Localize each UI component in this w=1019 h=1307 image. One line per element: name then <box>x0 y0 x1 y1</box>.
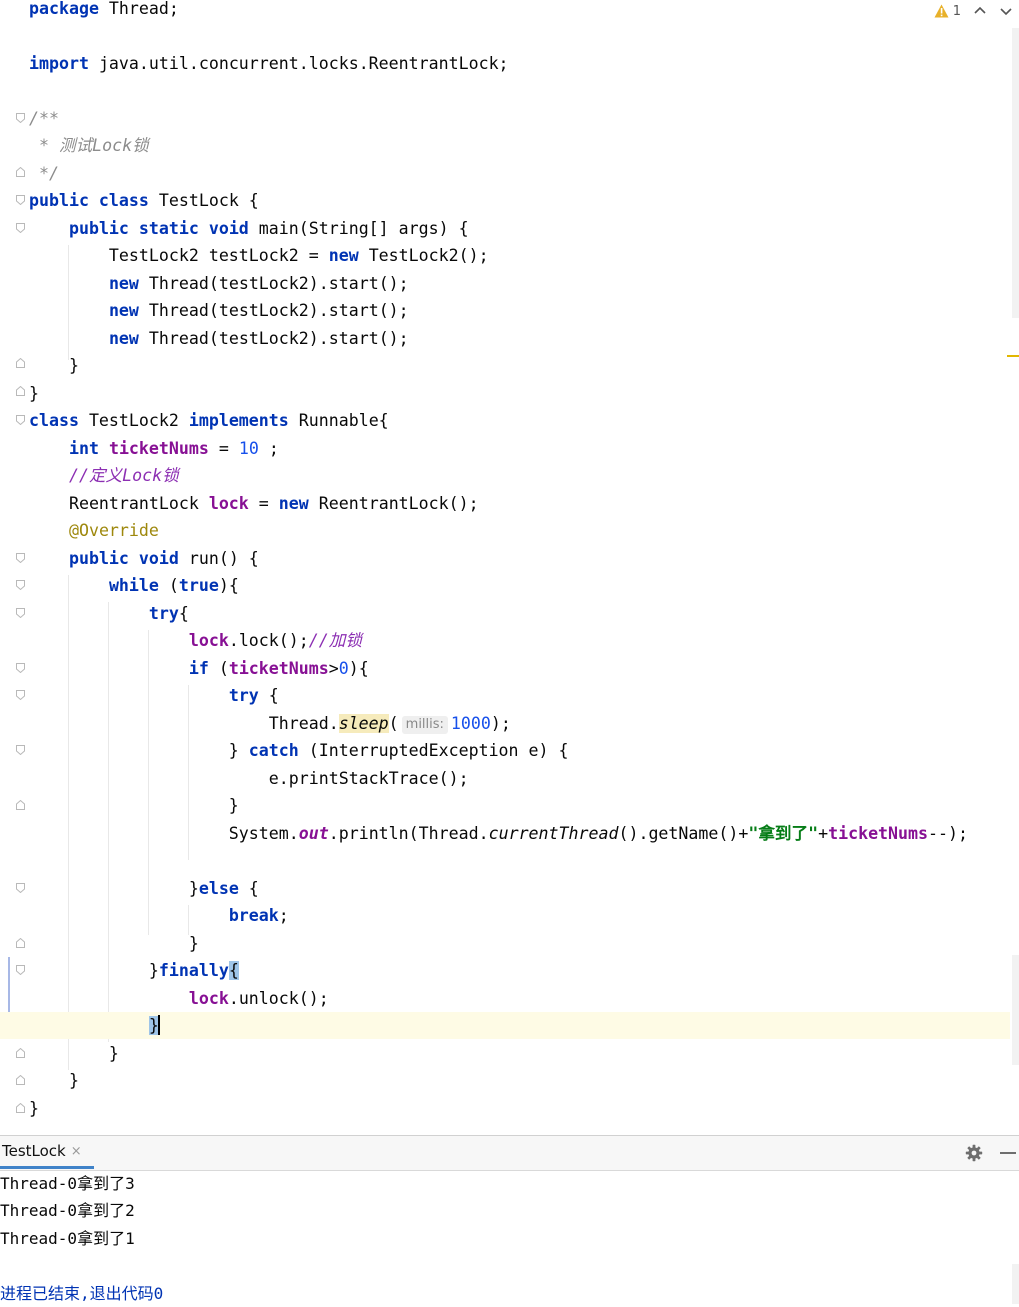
console-output-line: Thread-0拿到了2 <box>0 1201 135 1220</box>
code-line[interactable]: new Thread(testLock2).start(); <box>0 297 1010 324</box>
code-line[interactable]: } <box>0 352 1010 379</box>
code-line[interactable]: lock.unlock(); <box>0 985 1010 1012</box>
text-caret <box>157 1015 160 1035</box>
vertical-scrollbar[interactable] <box>1012 28 1019 318</box>
code-line[interactable]: }finally{ <box>0 957 1010 984</box>
minimize-icon[interactable] <box>1000 1152 1016 1154</box>
code-line[interactable]: } catch (InterruptedException e) { <box>0 737 1010 764</box>
code-editor[interactable]: 1 package Thread; import java.util.concu… <box>0 0 1019 1135</box>
current-code-line[interactable]: } <box>0 1012 1010 1039</box>
code-line[interactable]: try{ <box>0 600 1010 627</box>
code-line[interactable]: System.out.println(Thread.currentThread(… <box>0 820 1010 847</box>
code-line[interactable]: } <box>0 1067 1010 1094</box>
code-line[interactable]: } <box>0 380 1010 407</box>
code-line[interactable]: } <box>0 1095 1010 1122</box>
code-line[interactable]: int ticketNums = 10 ; <box>0 435 1010 462</box>
console-exit-message: 进程已结束,退出代码0 <box>0 1284 164 1303</box>
console-output-line: Thread-0拿到了1 <box>0 1229 135 1248</box>
code-line[interactable]: public class TestLock { <box>0 187 1010 214</box>
code-line[interactable]: public void run() { <box>0 545 1010 572</box>
run-tool-window[interactable]: TestLock × Thread-0拿到了3 Thread-0拿到了2 Thr… <box>0 1135 1019 1306</box>
code-line[interactable]: Thread.sleep(millis: 1000); <box>0 710 1010 737</box>
code-line[interactable]: new Thread(testLock2).start(); <box>0 325 1010 352</box>
run-tab-label: TestLock <box>2 1142 66 1160</box>
run-tool-window-header: TestLock × <box>0 1136 1019 1171</box>
code-line[interactable]: * 测试Lock锁 <box>0 132 1010 159</box>
code-line[interactable]: } <box>0 930 1010 957</box>
code-line[interactable]: while (true){ <box>0 572 1010 599</box>
code-line[interactable]: try { <box>0 682 1010 709</box>
gear-icon[interactable] <box>965 1144 983 1162</box>
code-line[interactable]: } <box>0 792 1010 819</box>
code-line[interactable]: TestLock2 testLock2 = new TestLock2(); <box>0 242 1010 269</box>
code-line[interactable]: //定义Lock锁 <box>0 462 1010 489</box>
code-line[interactable]: package Thread; <box>0 0 1010 22</box>
console-scrollbar[interactable] <box>1012 1264 1019 1304</box>
code-line[interactable]: */ <box>0 160 1010 187</box>
code-line[interactable]: if (ticketNums>0){ <box>0 655 1010 682</box>
code-line[interactable]: /** <box>0 105 1010 132</box>
code-line[interactable]: public static void main(String[] args) { <box>0 215 1010 242</box>
code-line[interactable]: }else { <box>0 875 1010 902</box>
code-line[interactable]: break; <box>0 902 1010 929</box>
code-line[interactable]: @Override <box>0 517 1010 544</box>
code-line[interactable]: e.printStackTrace(); <box>0 765 1010 792</box>
vertical-scrollbar-lower[interactable] <box>1012 955 1019 1065</box>
close-icon[interactable]: × <box>71 1144 82 1159</box>
code-line[interactable]: } <box>0 1040 1010 1067</box>
code-line[interactable]: new Thread(testLock2).start(); <box>0 270 1010 297</box>
code-line[interactable]: import java.util.concurrent.locks.Reentr… <box>0 50 1010 77</box>
code-line[interactable]: ReentrantLock lock = new ReentrantLock()… <box>0 490 1010 517</box>
code-line[interactable]: class TestLock2 implements Runnable{ <box>0 407 1010 434</box>
parameter-hint: millis: <box>401 716 448 734</box>
console-output-line: Thread-0拿到了3 <box>0 1174 135 1193</box>
run-tab-testlock[interactable]: TestLock × <box>0 1136 94 1169</box>
code-line[interactable]: lock.lock();//加锁 <box>0 627 1010 654</box>
